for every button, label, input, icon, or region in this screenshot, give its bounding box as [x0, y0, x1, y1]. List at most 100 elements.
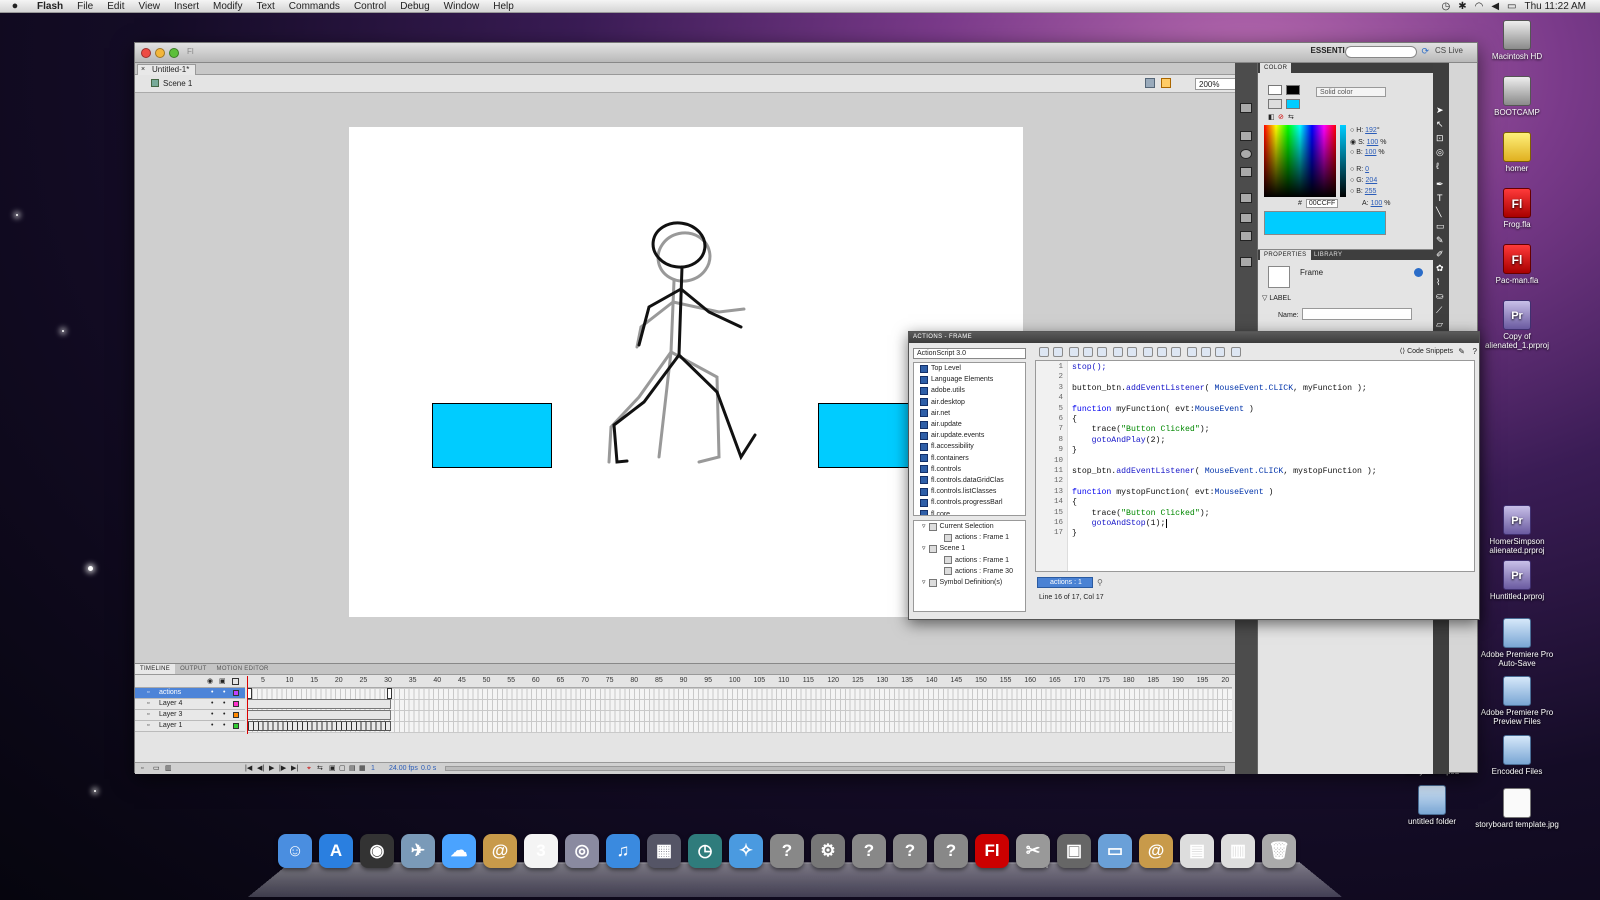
green-row[interactable]: ○ G: 204 — [1350, 177, 1377, 184]
dashboard-icon[interactable]: ◉ — [360, 834, 394, 868]
toolbox-item[interactable]: fl.core — [914, 508, 1025, 515]
desktop-icon[interactable]: Adobe Premiere Pro Auto-Save — [1472, 618, 1562, 668]
tab-properties[interactable]: PROPERTIES — [1260, 250, 1311, 260]
tab-timeline[interactable]: TIMELINE — [135, 664, 176, 674]
layer-lock-dot[interactable]: • — [223, 688, 225, 698]
desktop-icon[interactable]: Pr Copy of alienated_1.prproj — [1472, 300, 1562, 350]
insert-target-path-icon[interactable] — [1069, 347, 1079, 357]
lock-all-layers-icon[interactable]: ▣ — [219, 677, 226, 685]
delete-layer-icon[interactable]: ▥ — [165, 763, 172, 774]
system-preferences-icon[interactable]: ⚙ — [811, 834, 845, 868]
find-icon[interactable] — [1053, 347, 1063, 357]
transform-panel-icon[interactable] — [1240, 167, 1252, 177]
layer3-frame-span[interactable] — [247, 710, 391, 720]
playhead[interactable] — [247, 676, 248, 734]
navigator-item[interactable]: ▿ Current Selection — [914, 521, 1025, 532]
code-snippets-panel-icon[interactable] — [1240, 231, 1252, 241]
menu-window[interactable]: Window — [437, 1, 487, 12]
layer-outline-color[interactable] — [233, 712, 239, 718]
pencil-tool-icon[interactable]: ✎ — [1436, 235, 1444, 246]
elapsed-time[interactable]: 0.0 s — [421, 763, 436, 774]
toolbox-item[interactable]: fl.controls.dataGridClas — [914, 475, 1025, 486]
paint-bucket-tool-icon[interactable]: ⛀ — [1436, 291, 1444, 302]
wifi-icon[interactable]: ◠ — [1475, 1, 1484, 12]
text-tool-icon[interactable]: T — [1437, 193, 1443, 203]
no-color-icon[interactable]: ⊘ — [1278, 113, 1284, 121]
black-white-icon[interactable]: ◧ — [1268, 113, 1275, 121]
code-snippets-button[interactable]: ⟨⟩ Code Snippets — [1400, 347, 1453, 355]
desktop-icon[interactable]: Encoded Files — [1472, 735, 1562, 776]
current-frame[interactable]: 1 — [371, 763, 375, 774]
layer1-frame-span[interactable] — [247, 721, 391, 731]
eyedropper-tool-icon[interactable]: ⟋ — [1436, 305, 1442, 316]
navigator-item[interactable]: ▿ Symbol Definition(s) — [914, 577, 1025, 588]
brightness-slider[interactable] — [1340, 125, 1346, 197]
layer4-frame-span[interactable] — [247, 699, 391, 709]
frame-rate[interactable]: 24.00 fps — [389, 763, 418, 774]
new-layer-icon[interactable]: ▫ — [141, 763, 143, 774]
hue-value[interactable]: 192 — [1365, 127, 1377, 134]
new-folder-icon[interactable]: ▭ — [153, 763, 160, 774]
help-icon[interactable]: ? — [1473, 347, 1477, 356]
close-button[interactable] — [141, 48, 151, 58]
trash-icon[interactable]: 🗑 — [1262, 834, 1296, 868]
tab-color[interactable]: COLOR — [1260, 63, 1292, 73]
unknown-app-icon[interactable]: ? — [893, 834, 927, 868]
edit-multiple-frames-icon[interactable]: ▤ — [349, 763, 356, 774]
brightness-value[interactable]: 100 — [1365, 149, 1377, 156]
show-all-layers-icon[interactable]: ◉ — [207, 677, 213, 685]
document-tab[interactable]: × Untitled-1* — [137, 64, 197, 75]
layer-row[interactable]: ▫ Layer 4 • • — [135, 699, 245, 710]
red-value[interactable]: 0 — [1365, 166, 1369, 173]
apple-menu-icon[interactable]: ● — [0, 0, 30, 12]
layer-outline-color[interactable] — [233, 701, 239, 707]
menu-edit[interactable]: Edit — [100, 1, 131, 12]
ichat-icon[interactable]: ☁ — [442, 834, 476, 868]
apply-line-comment-icon[interactable] — [1201, 347, 1211, 357]
show-hide-toolbox-icon[interactable] — [1231, 347, 1241, 357]
green-value[interactable]: 204 — [1366, 177, 1378, 184]
motion-presets-icon[interactable] — [1240, 213, 1252, 223]
timeline-scrollbar[interactable] — [445, 766, 1225, 771]
selection-tool-icon[interactable]: ➤ — [1436, 105, 1444, 116]
desktop-icon[interactable]: BOOTCAMP — [1472, 76, 1562, 117]
onion-skin-icon[interactable]: ▣ — [329, 763, 336, 774]
sync-icon[interactable]: ⟳ — [1421, 46, 1429, 57]
unknown-app-icon[interactable]: ? — [852, 834, 886, 868]
blue-row[interactable]: ○ B: 255 — [1350, 188, 1376, 195]
spaces-icon[interactable]: ▦ — [647, 834, 681, 868]
layer-row[interactable]: ▫ Layer 1 • • — [135, 721, 245, 732]
saturation-row[interactable]: ◉ S: 100 % — [1350, 138, 1387, 146]
go-to-last-frame-icon[interactable]: ▶| — [291, 763, 298, 774]
zoom-field[interactable]: 200% — [1195, 78, 1240, 90]
app-store-icon[interactable]: A — [319, 834, 353, 868]
layer-lock-dot[interactable]: • — [223, 710, 225, 720]
collapse-selection-icon[interactable] — [1157, 347, 1167, 357]
loop-icon[interactable]: ⇆ — [317, 763, 323, 774]
toolbox-item[interactable]: air.update — [914, 419, 1025, 430]
menu-text[interactable]: Text — [249, 1, 281, 12]
layer-visibility-dot[interactable]: • — [211, 710, 213, 720]
time-machine-status-icon[interactable]: ◷ — [1441, 1, 1450, 12]
desktop-icon[interactable]: Pr HomerSimpson alienated.prproj — [1472, 505, 1562, 555]
align-panel-icon[interactable] — [1240, 131, 1252, 141]
close-tab-icon[interactable]: × — [141, 65, 145, 75]
desktop-icon[interactable]: Pr Huntitled.prproj — [1472, 560, 1562, 601]
alpha-row[interactable]: A: 100 % — [1362, 200, 1390, 207]
navigator-item[interactable]: ▿ Scene 1 — [914, 543, 1025, 554]
free-transform-tool-icon[interactable]: ⊡ — [1436, 133, 1444, 144]
toolbox-item[interactable]: fl.controls.listClasses — [914, 486, 1025, 497]
modify-onion-markers-icon[interactable]: ▦ — [359, 763, 366, 774]
deco-tool-icon[interactable]: ✿ — [1436, 263, 1444, 274]
volume-icon[interactable]: ◀ — [1491, 1, 1499, 12]
hue-row[interactable]: ○ H: 192° — [1350, 127, 1380, 134]
itunes-icon[interactable]: ♫ — [606, 834, 640, 868]
go-to-first-frame-icon[interactable]: |◀ — [245, 763, 252, 774]
scene-breadcrumb[interactable]: Scene 1 — [163, 79, 192, 88]
menu-control[interactable]: Control — [347, 1, 393, 12]
minimize-button[interactable] — [155, 48, 165, 58]
documents-stack-icon[interactable]: @ — [1139, 834, 1173, 868]
layer-visibility-dot[interactable]: • — [211, 688, 213, 698]
toolbox-item[interactable]: fl.accessibility — [914, 441, 1025, 452]
unknown-app-icon[interactable]: ? — [770, 834, 804, 868]
